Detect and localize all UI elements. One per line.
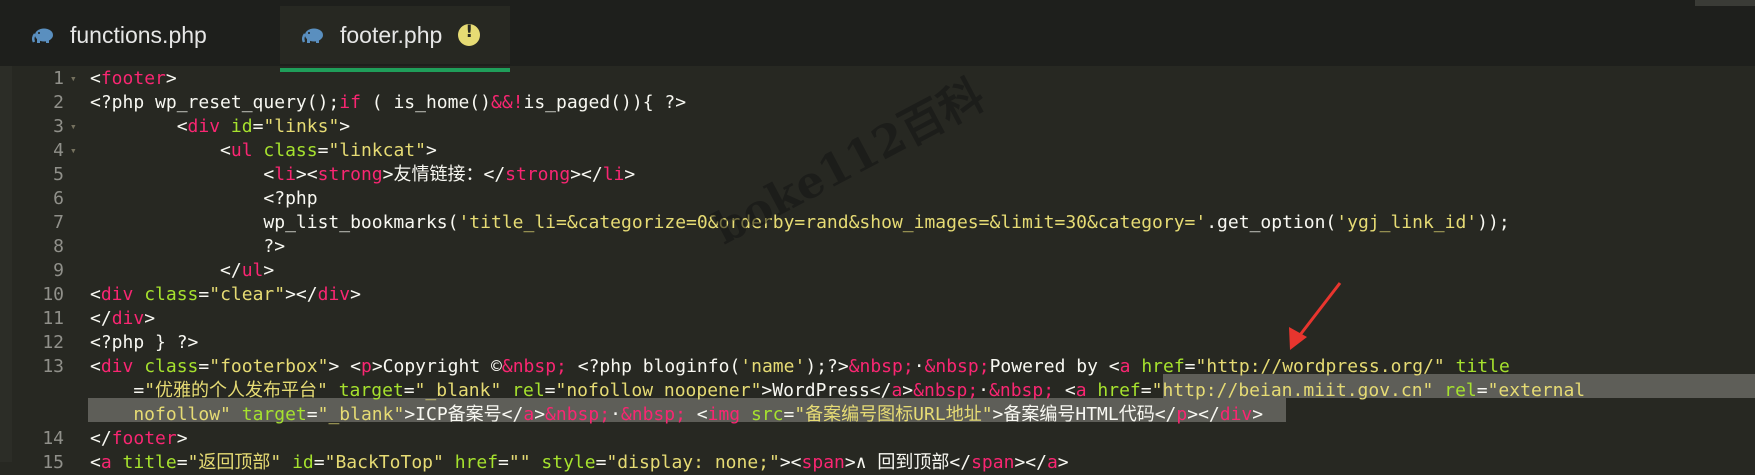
annotation-arrow (1289, 282, 1342, 350)
